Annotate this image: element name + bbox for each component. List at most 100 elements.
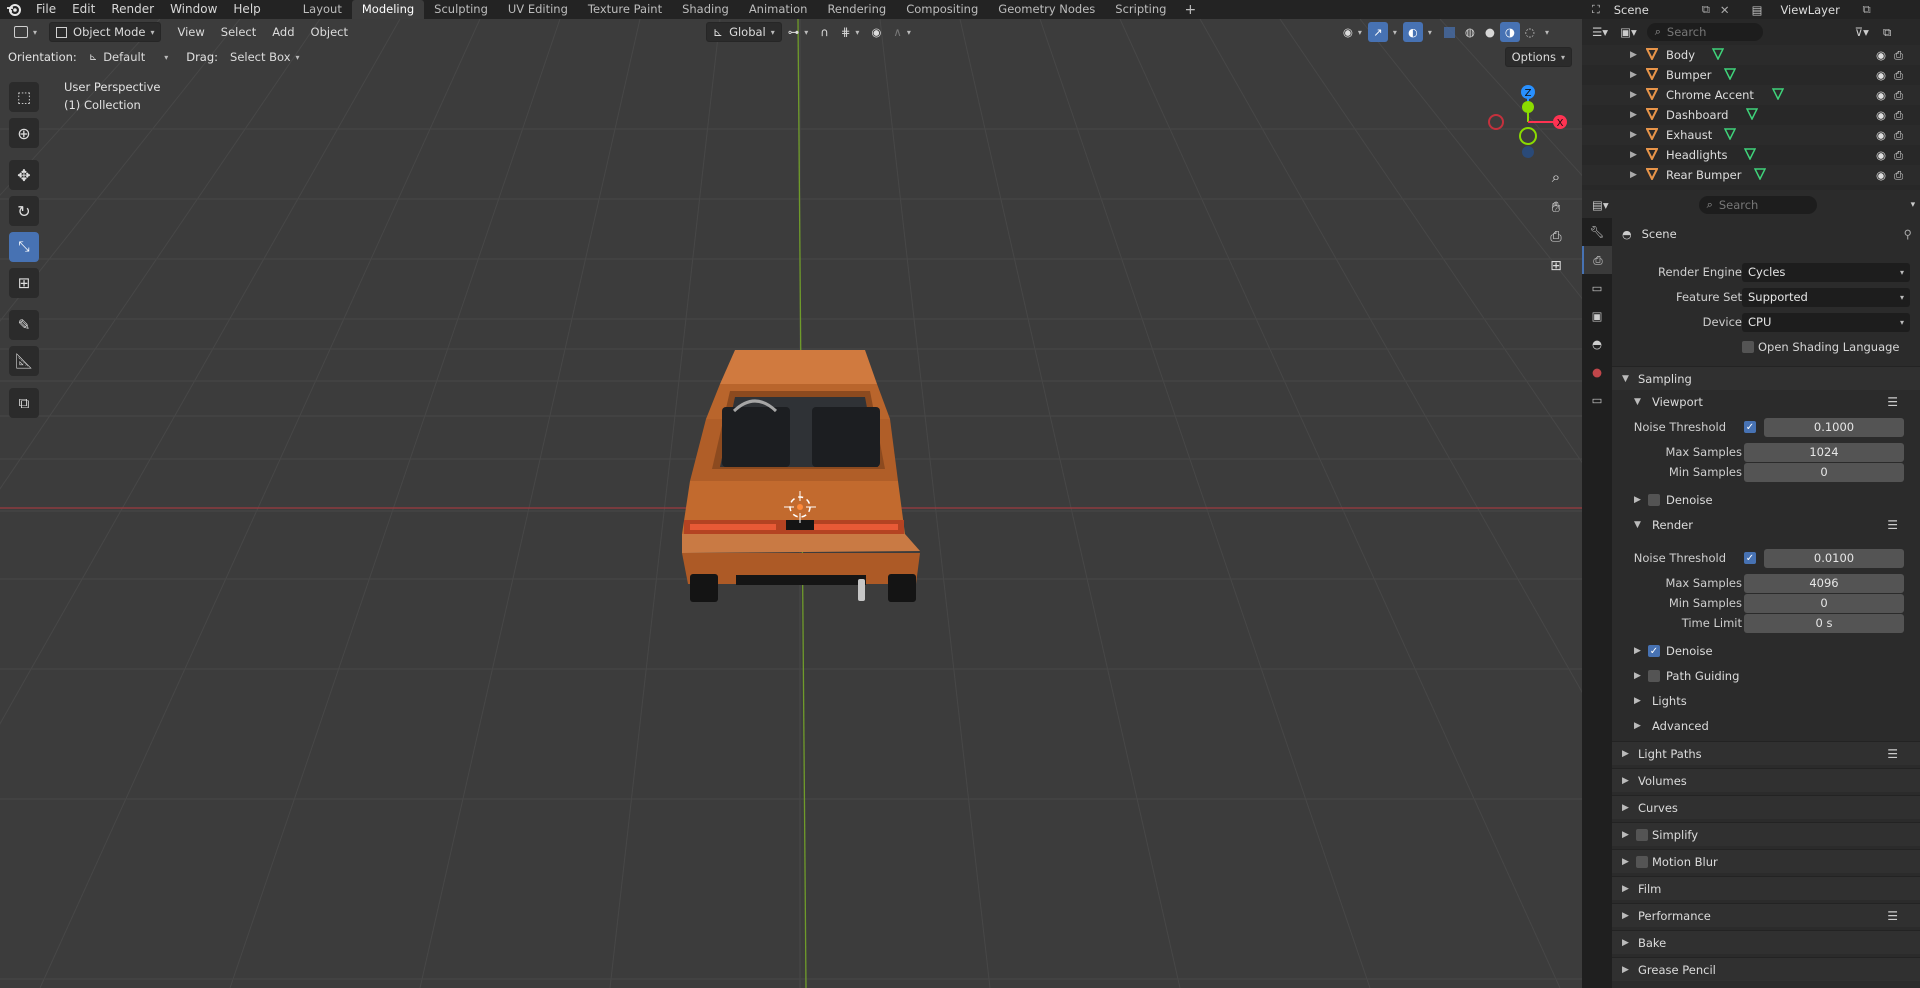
gizmo-y[interactable] — [1522, 101, 1534, 113]
tab-modeling[interactable]: Modeling — [351, 0, 425, 19]
outliner-item-body[interactable]: ▶ Body ◉ ⎙ — [1582, 45, 1920, 65]
panel-performance[interactable]: ▶ Performance ☰ — [1612, 903, 1920, 927]
subpanel-path-guiding[interactable]: ▶ Path Guiding — [1612, 665, 1920, 687]
subpanel-r-denoise[interactable]: ▶ ✓ Denoise — [1612, 640, 1920, 662]
preset-list-icon[interactable]: ☰ — [1887, 909, 1898, 923]
tool-scale[interactable]: ⤡ — [9, 232, 39, 262]
menu-render[interactable]: Render — [103, 0, 162, 19]
path-guiding-checkbox[interactable] — [1648, 670, 1660, 682]
filter-icon[interactable]: ⊽▾ — [1855, 25, 1869, 39]
pivot-point-button[interactable]: ⊶ ▾ — [782, 22, 815, 42]
feature-set-dropdown[interactable]: Supported ▾ — [1742, 287, 1910, 307]
new-collection-icon[interactable]: ⧉ — [1883, 25, 1891, 40]
render-camera-icon[interactable]: ⎙ — [1894, 68, 1903, 83]
r-time-limit-field[interactable]: 0 s — [1744, 613, 1904, 633]
panel-curves[interactable]: ▶ Curves — [1612, 795, 1920, 819]
osl-checkbox[interactable] — [1742, 341, 1754, 353]
tool-select-box[interactable]: ⬚ — [9, 82, 39, 112]
tab-sculpting[interactable]: Sculpting — [424, 0, 498, 19]
render-camera-icon[interactable]: ⎙ — [1894, 148, 1903, 163]
shading-wireframe-button[interactable]: ◍ — [1460, 22, 1480, 42]
menu-window[interactable]: Window — [162, 0, 225, 19]
expand-icon[interactable]: ▶ — [1630, 110, 1637, 120]
outliner-item-chrome-accent[interactable]: ▶ Chrome Accent ◉ ⎙ — [1582, 85, 1920, 105]
panel-motion-blur[interactable]: ▶ Motion Blur — [1612, 849, 1920, 873]
scene-close-icon[interactable]: ✕ — [1720, 3, 1730, 17]
tool-cursor[interactable]: ⊕ — [9, 118, 39, 148]
tab-scripting[interactable]: Scripting — [1105, 0, 1176, 19]
scene-new-icon[interactable]: ⧉ — [1702, 2, 1710, 17]
tab-render[interactable]: ⎙ — [1582, 246, 1612, 274]
subpanel-viewport[interactable]: ▼ Viewport ☰ — [1612, 391, 1920, 413]
preset-list-icon[interactable]: ☰ — [1887, 518, 1898, 532]
tab-output[interactable]: ▭ — [1582, 274, 1612, 302]
properties-editor-icon[interactable]: ▤▾ — [1592, 198, 1609, 212]
xray-toggle[interactable] — [1440, 22, 1460, 42]
panel-simplify[interactable]: ▶ Simplify — [1612, 822, 1920, 846]
outliner-search-input[interactable]: ⌕ Search — [1646, 23, 1763, 41]
visibility-eye-icon[interactable]: ◉ — [1876, 88, 1886, 102]
outliner-editor-icon[interactable]: ☰▾ — [1592, 25, 1608, 39]
snap-toggle[interactable]: ∩ — [814, 22, 834, 42]
panel-sampling[interactable]: ▼ Sampling — [1612, 366, 1920, 390]
outliner-item-headlights[interactable]: ▶ Headlights ◉ ⎙ — [1582, 145, 1920, 165]
pan-button[interactable]: ✋︎ — [1544, 195, 1568, 219]
tab-layout[interactable]: Layout — [293, 0, 352, 19]
device-dropdown[interactable]: CPU ▾ — [1742, 312, 1910, 332]
tab-collection[interactable]: ▭ — [1582, 386, 1612, 414]
orientation-dropdown[interactable]: ⊾ Default ▾ — [83, 47, 174, 67]
outliner-item-rear-bumper[interactable]: ▶ Rear Bumper ◉ ⎙ — [1582, 165, 1920, 185]
options-dropdown[interactable]: Options ▾ — [1504, 47, 1572, 67]
menu-help[interactable]: Help — [225, 0, 268, 19]
r-max-samples-field[interactable]: 4096 — [1744, 573, 1904, 593]
render-camera-icon[interactable]: ⎙ — [1894, 128, 1903, 143]
vp-noise-threshold-checkbox[interactable]: ✓ — [1744, 421, 1756, 433]
panel-film[interactable]: ▶ Film — [1612, 876, 1920, 900]
panel-volumes[interactable]: ▶ Volumes — [1612, 768, 1920, 792]
expand-icon[interactable]: ▶ — [1630, 130, 1637, 140]
subpanel-advanced[interactable]: ▶ Advanced — [1612, 715, 1920, 737]
shading-solid-button[interactable]: ● — [1480, 22, 1500, 42]
tool-add-cube[interactable]: ⧉ — [9, 388, 39, 418]
3d-viewport[interactable] — [0, 19, 1582, 988]
gizmo-neg-y[interactable] — [1519, 127, 1537, 145]
visibility-eye-icon[interactable]: ◉ — [1876, 68, 1886, 82]
viewlayer-name[interactable]: ViewLayer — [1780, 3, 1862, 17]
editor-type-button[interactable]: ▾ — [8, 22, 43, 42]
zoom-button[interactable]: ⌕ — [1544, 165, 1568, 189]
tab-tool[interactable]: 🔧︎ — [1582, 218, 1612, 246]
render-camera-icon[interactable]: ⎙ — [1894, 108, 1903, 123]
tool-measure[interactable]: 📐︎ — [9, 346, 39, 376]
panel-grease-pencil[interactable]: ▶ Grease Pencil — [1612, 957, 1920, 981]
outliner-item-dashboard[interactable]: ▶ Dashboard ◉ ⎙ — [1582, 105, 1920, 125]
vp-denoise-checkbox[interactable] — [1648, 494, 1660, 506]
tab-animation[interactable]: Animation — [739, 0, 818, 19]
render-camera-icon[interactable]: ⎙ — [1894, 168, 1903, 183]
preset-list-icon[interactable]: ☰ — [1887, 747, 1898, 761]
tool-rotate[interactable]: ↻ — [9, 196, 39, 226]
render-camera-icon[interactable]: ⎙ — [1894, 88, 1903, 103]
tab-texture-paint[interactable]: Texture Paint — [578, 0, 672, 19]
snap-target-dropdown[interactable]: ⋕ ▾ — [835, 22, 866, 42]
visibility-dropdown[interactable]: ◉ ▾ — [1337, 22, 1368, 42]
expand-icon[interactable]: ▶ — [1630, 150, 1637, 160]
proportional-edit-toggle[interactable]: ◉ — [865, 22, 887, 42]
viewlayer-new-icon[interactable]: ⧉ — [1862, 2, 1870, 17]
shading-material-button[interactable]: ◑ — [1499, 22, 1520, 42]
tab-geometry-nodes[interactable]: Geometry Nodes — [988, 0, 1105, 19]
pin-icon[interactable]: ⚲ — [1904, 227, 1912, 241]
render-camera-icon[interactable]: ⎙ — [1894, 48, 1903, 63]
overlays-toggle[interactable]: ◐ — [1402, 22, 1423, 42]
blender-logo-icon[interactable] — [0, 0, 28, 19]
tool-transform[interactable]: ⊞ — [9, 268, 39, 298]
properties-options-dropdown[interactable]: ▾ — [1911, 200, 1916, 210]
panel-bake[interactable]: ▶ Bake — [1612, 930, 1920, 954]
gizmo-neg-z[interactable] — [1522, 146, 1534, 158]
tab-world[interactable]: ● — [1582, 358, 1612, 386]
car-model[interactable] — [682, 350, 920, 602]
tab-uv-editing[interactable]: UV Editing — [498, 0, 578, 19]
r-min-samples-field[interactable]: 0 — [1744, 593, 1904, 613]
viewport-menu-add[interactable]: Add — [264, 25, 302, 39]
expand-icon[interactable]: ▶ — [1630, 170, 1637, 180]
subpanel-vp-denoise[interactable]: ▶ Denoise — [1612, 489, 1920, 511]
